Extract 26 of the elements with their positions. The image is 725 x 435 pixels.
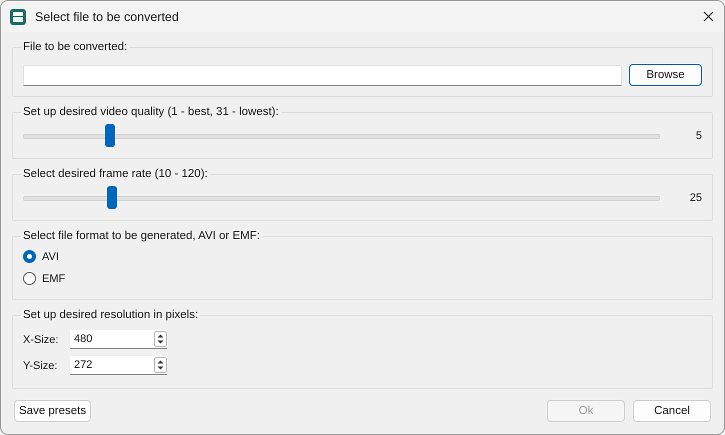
size-field[interactable]: 272 <box>70 356 167 375</box>
radio-button[interactable] <box>23 250 36 263</box>
radio-label: EMF <box>42 272 66 284</box>
slider-thumb[interactable] <box>106 186 117 208</box>
slider-value: 25 <box>688 192 702 204</box>
close-icon[interactable] <box>703 11 714 22</box>
spin-arrows-icon[interactable] <box>154 357 167 373</box>
group-label: Select desired frame rate (10 - 120): <box>22 168 209 180</box>
group-label: Select file format to be generated, AVI or EMF: <box>22 230 261 242</box>
slider-value: 5 <box>694 130 702 142</box>
app-icon <box>10 8 26 24</box>
radio-label: AVI <box>42 250 59 262</box>
save-presets-button[interactable]: Save presets <box>14 400 92 422</box>
group-label: File to be converted: <box>22 41 128 53</box>
cancel-button[interactable]: Cancel <box>633 400 711 422</box>
window-title: Select file to be converted <box>35 10 180 24</box>
spin-arrows-icon[interactable] <box>154 331 167 347</box>
group-label: Set up desired resolution in pixels: <box>22 309 200 321</box>
group-label: Set up desired video quality (1 - best, 31 - lowest): <box>22 106 280 118</box>
field-label: Y-Size: <box>23 360 58 372</box>
field-label: X-Size: <box>23 334 60 346</box>
file-path-field[interactable] <box>23 65 622 86</box>
browse-button[interactable]: Browse <box>629 64 702 86</box>
size-field[interactable]: 480 <box>70 330 167 349</box>
radio-button[interactable] <box>23 272 36 285</box>
slider-thumb[interactable] <box>104 124 115 146</box>
